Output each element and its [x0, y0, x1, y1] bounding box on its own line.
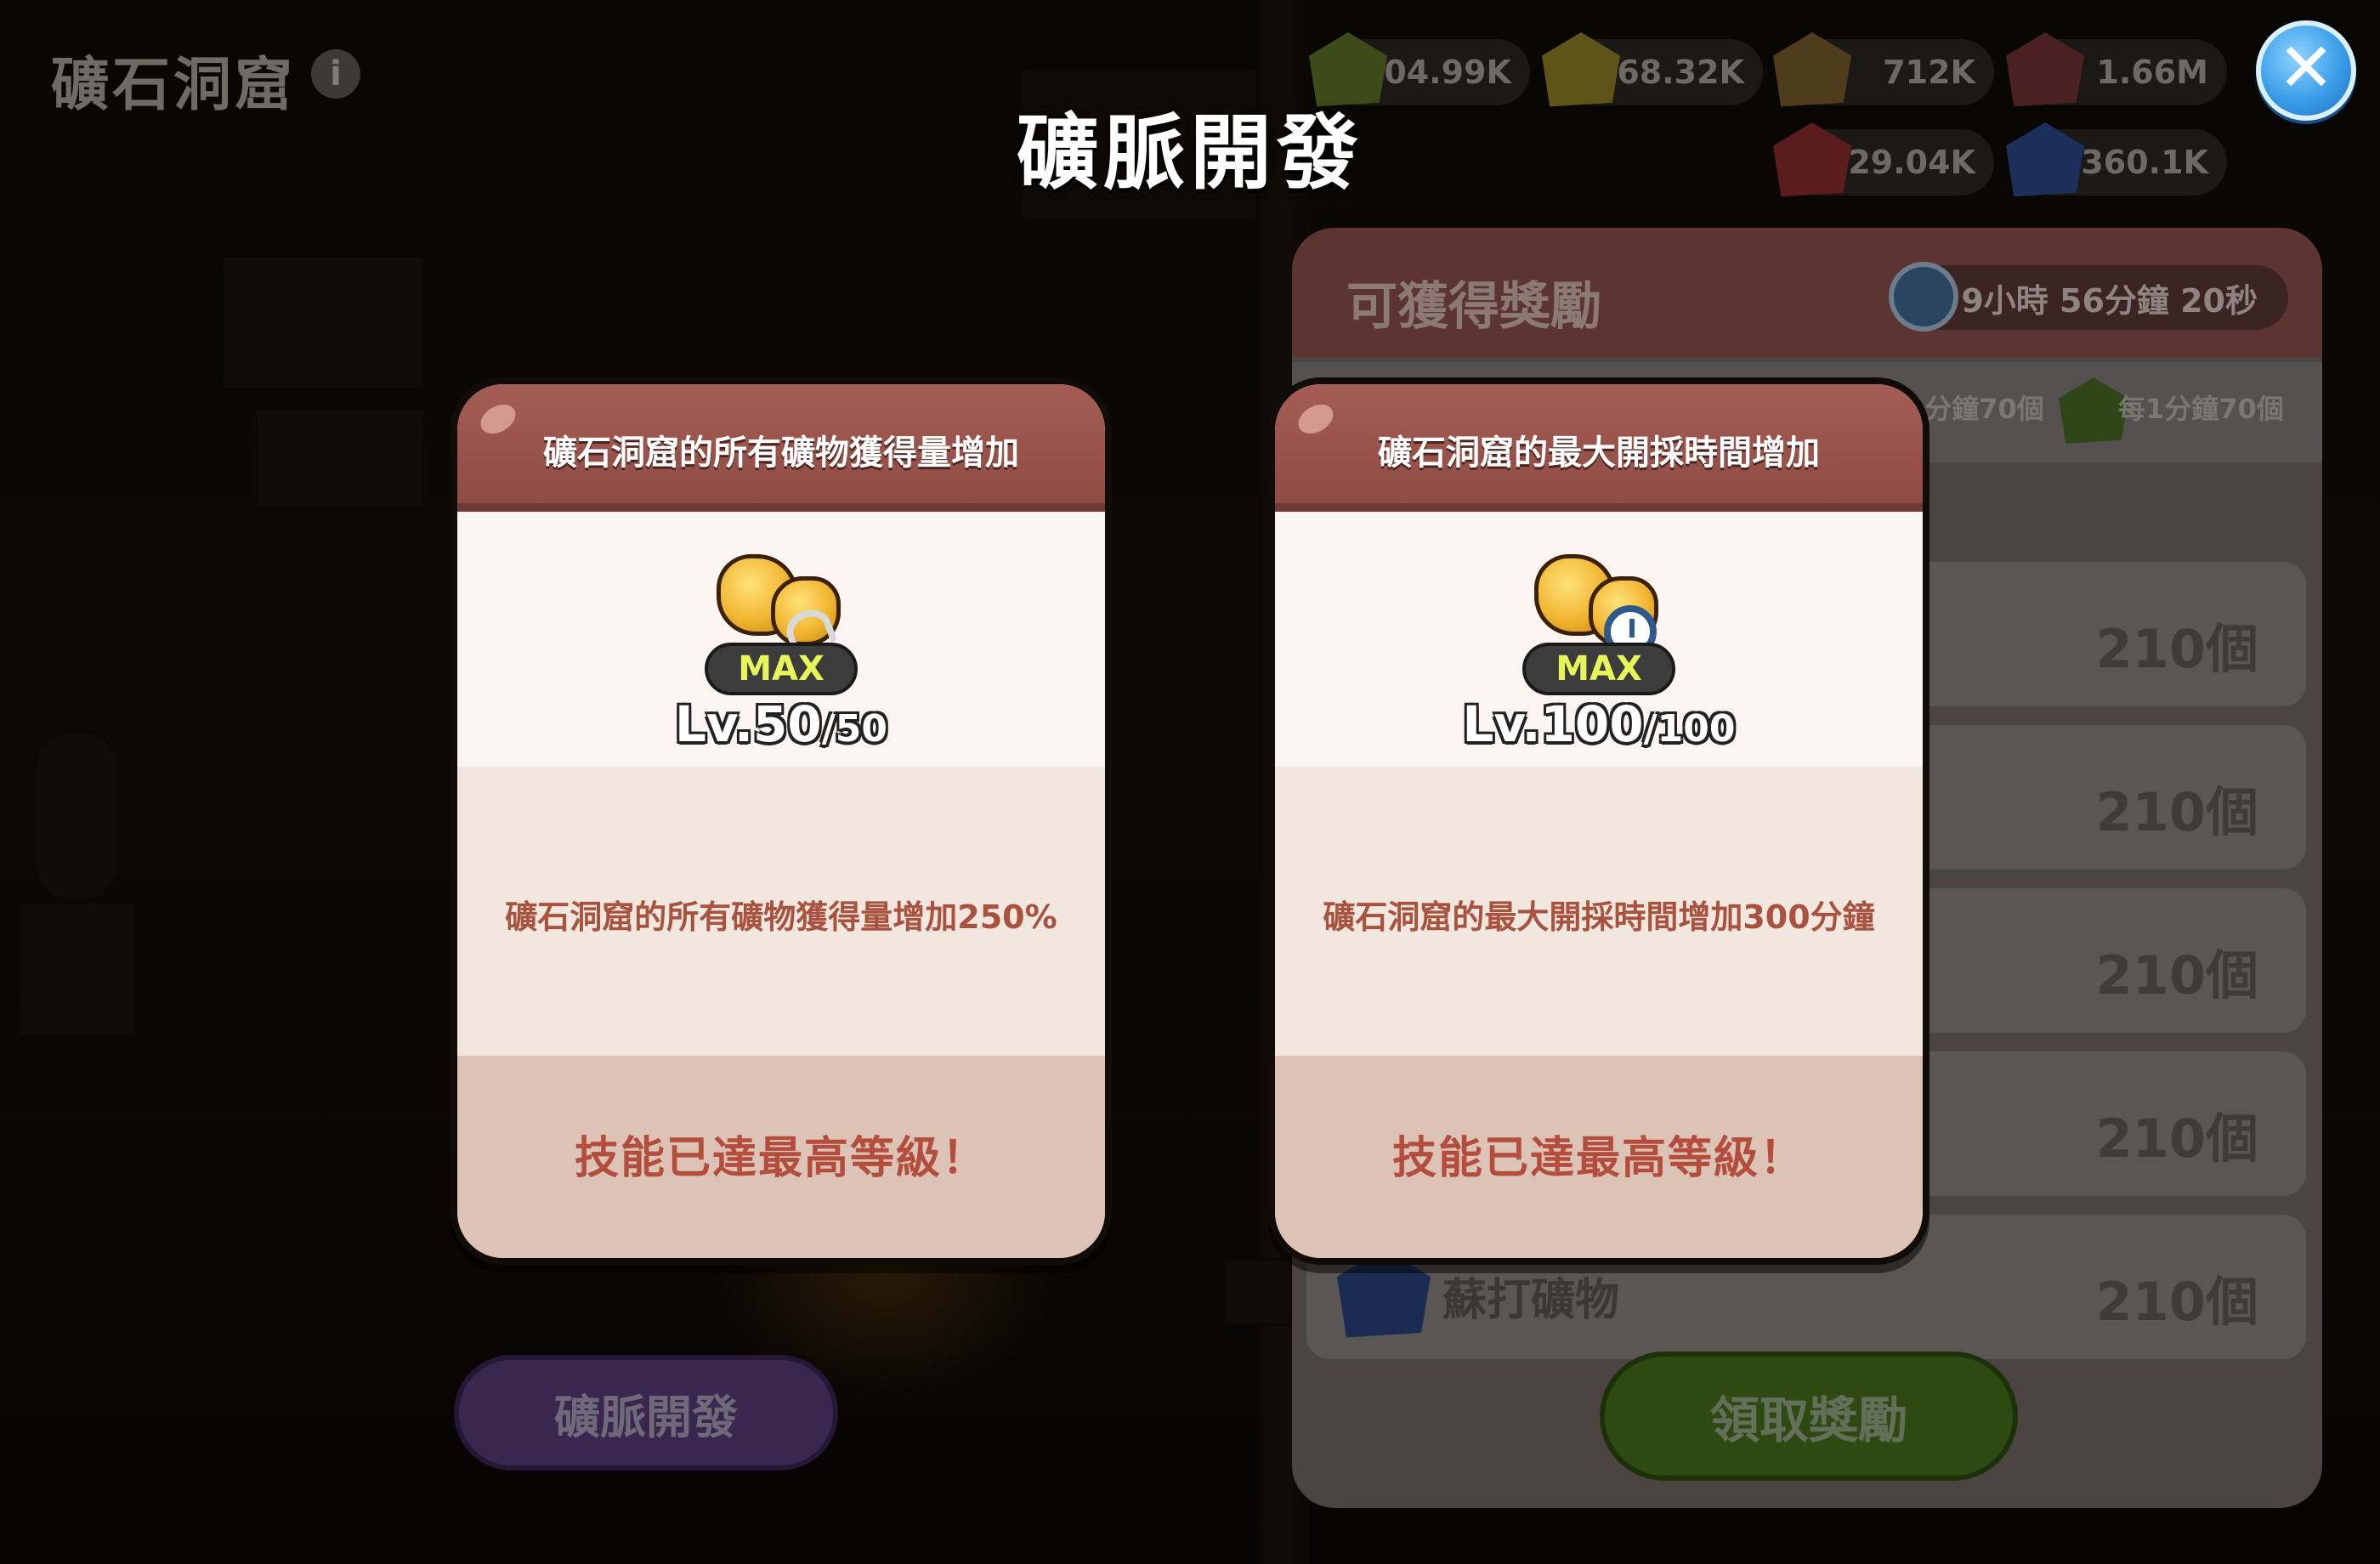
gold-ore-clock-icon: MAX: [1522, 542, 1675, 695]
card-header-text: 礦石洞窟的所有礦物獲得量增加: [543, 434, 1019, 473]
skill-card-ore-yield: 礦石洞窟的所有礦物獲得量增加 MAX Lv.50/50 礦石洞窟的所有礦物獲得量…: [450, 377, 1112, 1265]
level-max: /50: [821, 707, 888, 751]
rate-text: 每1分鐘70個: [2118, 393, 2284, 425]
timer-text: 9小時 56分鐘 20秒: [1961, 281, 2258, 320]
reward-amount: 210個: [2095, 1108, 2258, 1170]
reward-amount: 210個: [2095, 781, 2258, 843]
skill-level: Lv.100/100: [1275, 695, 1923, 753]
reward-amount: 210個: [2095, 944, 2258, 1006]
reward-amount: 210個: [2095, 1271, 2258, 1333]
max-badge: MAX: [705, 643, 858, 695]
max-level-status: 技能已達最高等級！: [1391, 1133, 1805, 1184]
resource-value: 1.66M: [2096, 54, 2208, 91]
claim-reward-button[interactable]: 領取獎勵: [1600, 1352, 2018, 1481]
modal-title: 礦脈開發: [1017, 105, 1363, 201]
mining-timer: 9小時 56分鐘 20秒: [1889, 262, 2288, 332]
gold-ore-pickaxe-icon: MAX: [705, 542, 858, 695]
max-level-status: 技能已達最高等級！: [574, 1133, 988, 1184]
skill-description: 礦石洞窟的最大開採時間增加300分鐘: [1323, 898, 1875, 936]
max-badge: MAX: [1522, 643, 1675, 695]
skill-level: Lv.50/50: [457, 695, 1105, 753]
resource-value: 712K: [1883, 54, 1975, 91]
reward-amount: 210個: [2095, 618, 2258, 680]
skill-card-mining-time: 礦石洞窟的最大開採時間增加 MAX Lv.100/100 礦石洞窟的最大開採時間…: [1268, 377, 1930, 1265]
skill-description: 礦石洞窟的所有礦物獲得量增加250%: [505, 898, 1057, 936]
level-max: /100: [1643, 707, 1736, 751]
close-button[interactable]: ✕: [2256, 20, 2356, 121]
card-header-text: 礦石洞窟的最大開採時間增加: [1378, 434, 1820, 473]
level-current: Lv.50: [674, 695, 822, 753]
clock-icon: [1889, 262, 1958, 332]
reward-name: 蘇打礦物: [1442, 1275, 1620, 1326]
vein-develop-button[interactable]: 礦脈開發: [454, 1355, 838, 1470]
level-current: Lv.100: [1462, 695, 1644, 753]
reward-panel-title: 可獲得獎勵: [1346, 277, 1601, 337]
